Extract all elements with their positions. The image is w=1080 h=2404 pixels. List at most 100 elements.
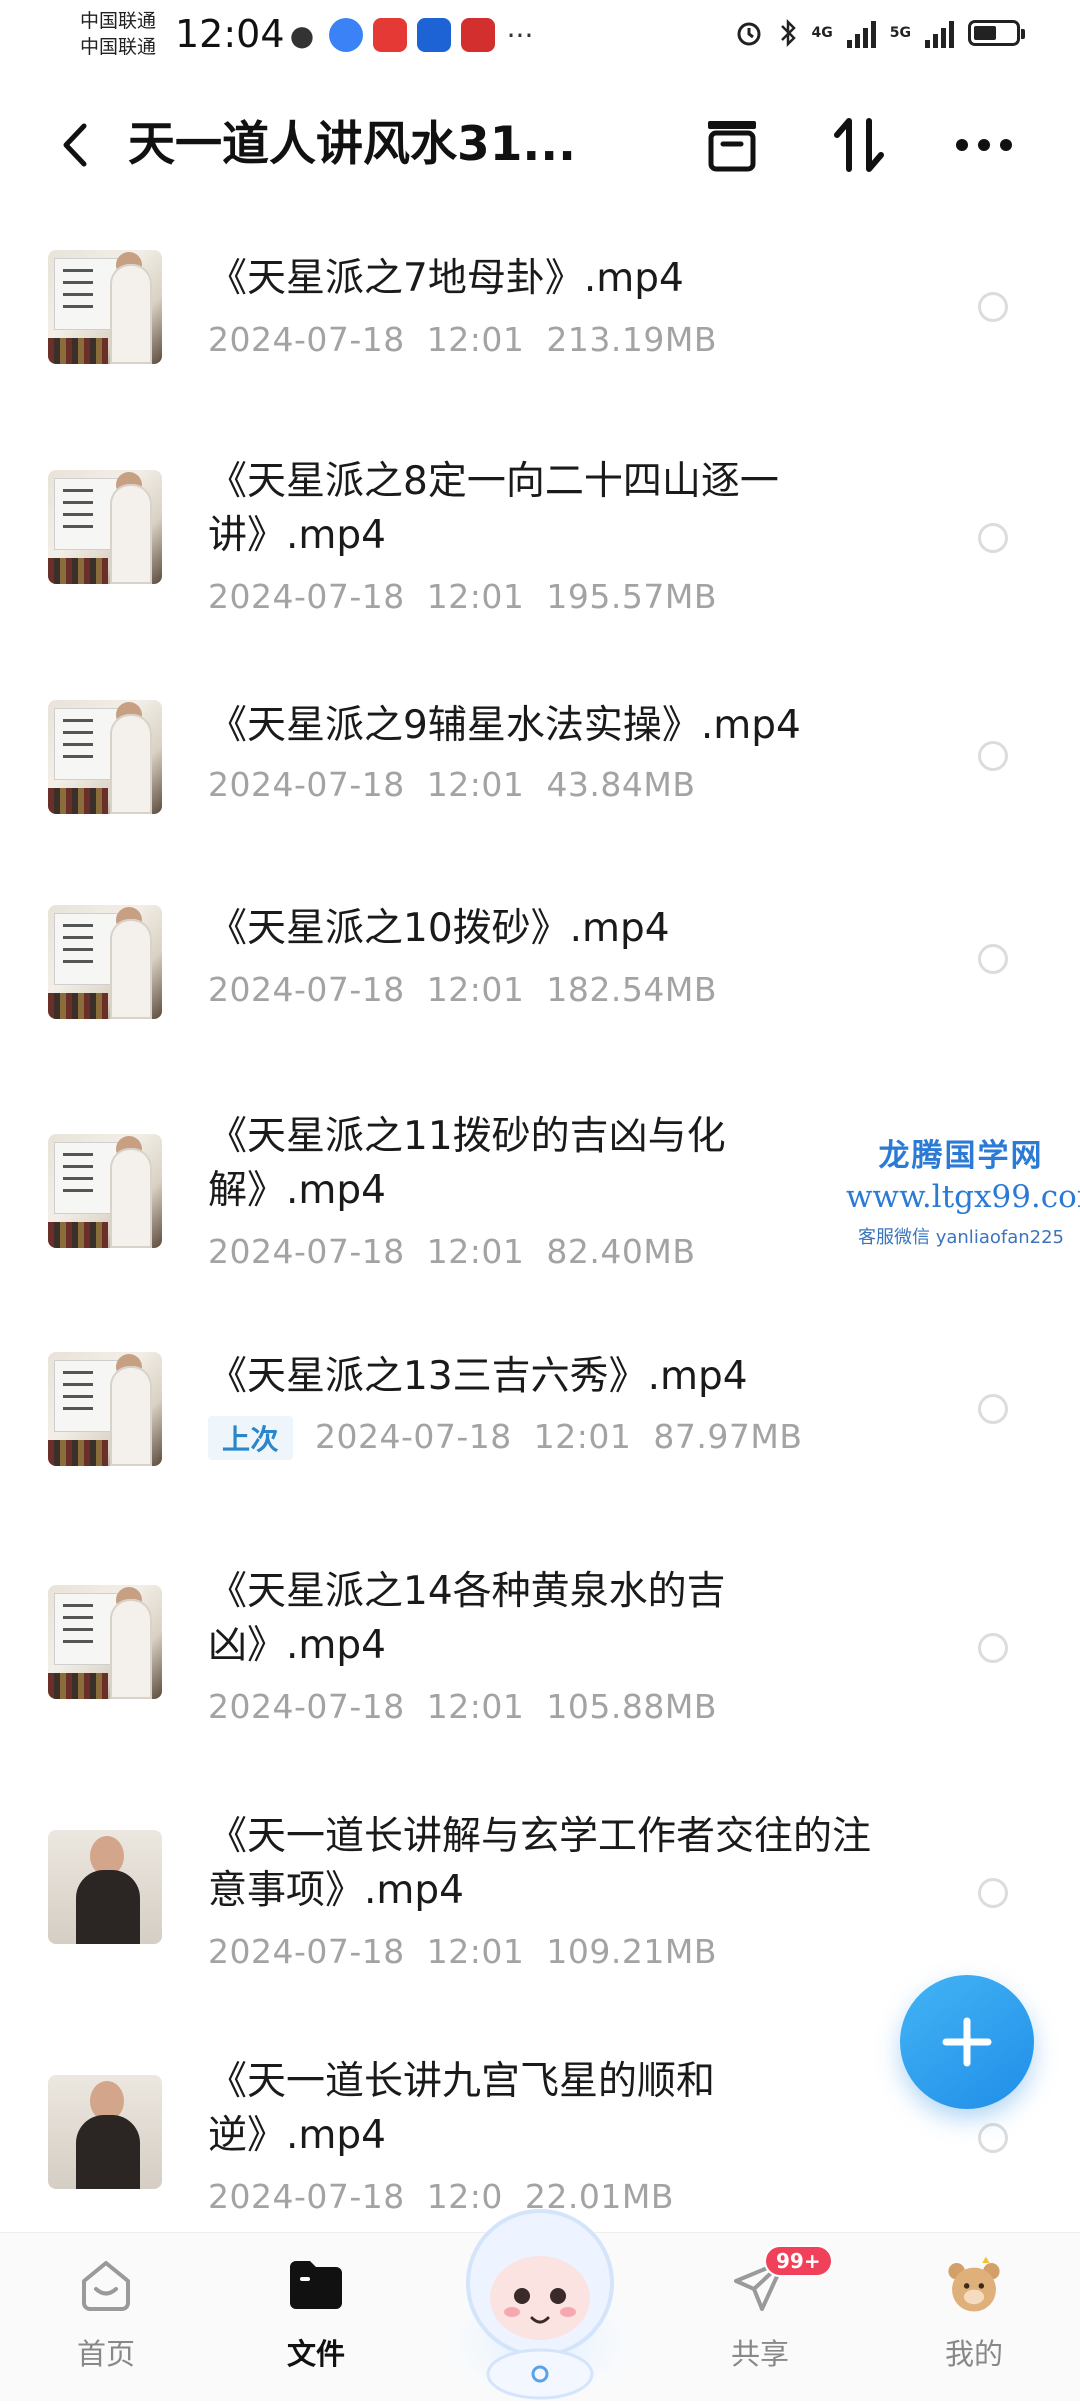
- video-thumbnail: [48, 470, 162, 584]
- file-meta: 上次 2024-07-18 12:01 87.97MB: [208, 1416, 825, 1460]
- system-icons: 4G 5G: [734, 18, 1025, 48]
- file-name: 《天一道长讲解与玄学工作者交往的注意事项》.mp4: [208, 1814, 872, 1913]
- file-time: 12:01: [426, 1932, 525, 1971]
- file-meta: 2024-07-18 12:01 182.54MB: [208, 970, 739, 1009]
- watermark-contact: 客服微信 yanliaofan225: [858, 1227, 1064, 1248]
- file-time: 12:01: [426, 1687, 525, 1726]
- network-5g-label: 5G: [889, 25, 911, 41]
- watermark-site-name: 龙腾国学网: [878, 1138, 1044, 1174]
- status-bar: 中国联通 中国联通 12:04 ● ··· 4G 5G: [0, 0, 1080, 80]
- app-notification-icon: [373, 18, 407, 52]
- video-thumbnail: [48, 250, 162, 364]
- nav-files[interactable]: 文件: [246, 2253, 386, 2373]
- file-name: 《天星派之9辅星水法实操》.mp4: [208, 703, 801, 748]
- file-size: 182.54MB: [546, 970, 717, 1009]
- file-name: 《天星派之8定一向二十四山逐一讲》.mp4: [208, 459, 779, 558]
- app-u-icon: [417, 18, 451, 52]
- file-date: 2024-07-18: [208, 2177, 405, 2216]
- add-fab-button[interactable]: [900, 1975, 1034, 2109]
- share-badge: 99+: [764, 2245, 833, 2277]
- folder-header: 天一道人讲风水31...: [0, 95, 1080, 195]
- file-size: 213.19MB: [546, 320, 717, 359]
- nav-home[interactable]: 首页: [36, 2253, 176, 2373]
- watermark-url: www.ltgx99.com: [846, 1179, 1080, 1215]
- file-meta: 2024-07-18 12:01 195.57MB: [208, 577, 739, 616]
- file-date: 2024-07-18: [208, 1932, 405, 1971]
- carrier-info: 中国联通 中国联通: [80, 8, 156, 60]
- last-viewed-tag: 上次: [208, 1416, 294, 1460]
- nav-share[interactable]: 99+ 共享: [690, 2245, 833, 2373]
- nav-share-label: 共享: [730, 2337, 789, 2371]
- carrier-2: 中国联通: [80, 36, 157, 58]
- file-time: 12:01: [426, 970, 525, 1009]
- carrier-1: 中国联通: [80, 10, 157, 32]
- file-date: 2024-07-18: [208, 970, 405, 1009]
- file-size: 82.40MB: [546, 1232, 696, 1271]
- video-thumbnail: [48, 1134, 162, 1248]
- ai-assistant-button[interactable]: [428, 2178, 652, 2400]
- file-size: 43.84MB: [546, 765, 696, 804]
- file-meta: 2024-07-18 12:01 213.19MB: [208, 320, 739, 359]
- battery-icon: [968, 20, 1025, 46]
- nav-mine[interactable]: 我的: [904, 2253, 1044, 2373]
- file-meta: 2024-07-18 12:01 105.88MB: [208, 1687, 739, 1726]
- sort-icon: [834, 118, 884, 172]
- archive-icon: [708, 121, 756, 172]
- file-time: 12:01: [426, 577, 525, 616]
- signal-1-icon: [846, 18, 876, 48]
- file-size: 105.88MB: [546, 1687, 717, 1726]
- file-name: 《天星派之7地母卦》.mp4: [208, 256, 684, 301]
- file-time: 12:01: [426, 1232, 525, 1271]
- file-meta: 2024-07-18 12:01 82.40MB: [208, 1232, 717, 1271]
- more-options-button[interactable]: [952, 113, 1016, 177]
- signal-2-icon: [925, 18, 954, 48]
- bear-avatar-icon: [948, 2256, 1000, 2312]
- file-date: 2024-07-18: [315, 1416, 512, 1456]
- file-date: 2024-07-18: [208, 1232, 405, 1271]
- folder-icon: [290, 2261, 342, 2309]
- back-arrow-icon: [63, 123, 87, 167]
- video-thumbnail: [48, 1585, 162, 1699]
- nav-mine-label: 我的: [944, 2337, 1003, 2371]
- select-radio[interactable]: [978, 1633, 1008, 1663]
- file-date: 2024-07-18: [208, 320, 405, 359]
- select-radio[interactable]: [978, 1878, 1008, 1908]
- file-date: 2024-07-18: [208, 765, 405, 804]
- select-radio[interactable]: [978, 523, 1008, 553]
- more-dots-icon: [956, 139, 1012, 151]
- select-radio[interactable]: [978, 1394, 1008, 1424]
- nav-home-label: 首页: [76, 2337, 135, 2371]
- video-thumbnail: [48, 2075, 162, 2189]
- select-radio[interactable]: [978, 944, 1008, 974]
- bluetooth-icon: [780, 18, 796, 48]
- browser-icon: [329, 18, 363, 52]
- notification-icons: ● ···: [285, 18, 535, 52]
- select-radio[interactable]: [978, 2123, 1008, 2153]
- reader-icon: [461, 18, 495, 52]
- select-all-button[interactable]: [700, 113, 764, 177]
- file-name: 《天星派之14各种黄泉水的吉凶》.mp4: [208, 1569, 726, 1668]
- back-button[interactable]: [50, 117, 100, 173]
- file-name: 《天星派之10拨砂》.mp4: [208, 906, 670, 951]
- sort-button[interactable]: [828, 113, 892, 177]
- alarm-icon: [737, 22, 761, 46]
- video-thumbnail: [48, 905, 162, 1019]
- network-4g-label: 4G: [811, 25, 833, 41]
- file-time: 12:01: [426, 765, 525, 804]
- video-thumbnail: [48, 1352, 162, 1466]
- file-time: 12:01: [533, 1416, 632, 1456]
- plus-icon: [942, 2017, 992, 2067]
- select-radio[interactable]: [978, 741, 1008, 771]
- folder-title: 天一道人讲风水31...: [128, 117, 576, 172]
- file-meta: 2024-07-18 12:01 43.84MB: [208, 765, 717, 804]
- video-thumbnail: [48, 700, 162, 814]
- file-name: 《天一道长讲九宫飞星的顺和逆》.mp4: [208, 2059, 716, 2158]
- nav-files-label: 文件: [286, 2337, 345, 2371]
- file-size: 87.97MB: [653, 1416, 803, 1456]
- file-size: 195.57MB: [546, 577, 717, 616]
- mascot-icon: [430, 2209, 650, 2400]
- select-radio[interactable]: [978, 292, 1008, 322]
- video-thumbnail: [48, 1830, 162, 1944]
- home-icon: [82, 2261, 130, 2311]
- file-name: 《天星派之11拨砂的吉凶与化解》.mp4: [208, 1114, 726, 1213]
